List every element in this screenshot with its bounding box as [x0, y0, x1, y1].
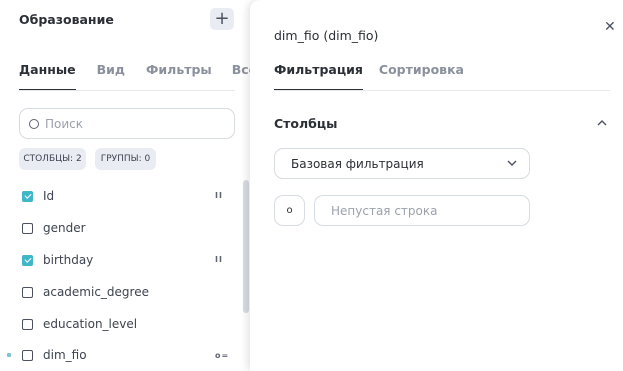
panel-title: Образование [19, 12, 114, 27]
drag-handle-icon[interactable]: II [215, 255, 223, 264]
scrollbar[interactable] [243, 180, 249, 313]
chevron-down-icon [507, 160, 517, 166]
tab-data[interactable]: Данные [19, 62, 76, 91]
search-input[interactable] [45, 116, 215, 131]
filter-tabs: Фильтрация Сортировка [274, 62, 480, 91]
field-checkbox[interactable] [22, 286, 33, 298]
section-title: Столбцы [274, 116, 338, 131]
field-checkbox[interactable] [22, 318, 33, 330]
filter-value-input[interactable] [314, 195, 530, 226]
columns-count-badge[interactable]: СТОЛБЦЫ: 2 [19, 148, 86, 170]
tab-filters[interactable]: Фильтры [146, 62, 212, 91]
tab-sorting[interactable]: Сортировка [379, 62, 464, 91]
tabs-divider [19, 90, 235, 91]
field-name: gender [43, 221, 86, 235]
groups-count-badge[interactable]: ГРУППЫ: 0 [95, 148, 156, 170]
field-name: dim_fio [43, 348, 87, 362]
tab-view[interactable]: Вид [97, 62, 125, 91]
field-row-birthday[interactable]: birthday [22, 252, 93, 268]
close-icon[interactable]: ✕ [604, 19, 616, 35]
add-button[interactable]: + [210, 8, 234, 30]
field-checkbox[interactable] [22, 349, 33, 361]
active-row-marker [7, 353, 11, 357]
panel-title: dim_fio (dim_fio) [274, 28, 379, 43]
field-row-id[interactable]: Id [22, 188, 54, 204]
filter-type-value: Базовая фильтрация [291, 156, 424, 171]
search-box[interactable] [19, 108, 235, 139]
left-tabs: Данные Вид Фильтры Все [19, 62, 277, 91]
tab-filtering[interactable]: Фильтрация [274, 62, 363, 91]
chevron-up-icon[interactable] [597, 118, 607, 128]
field-checkbox[interactable] [22, 190, 33, 202]
field-row-gender[interactable]: gender [22, 220, 86, 236]
tabs-divider [274, 90, 610, 91]
filter-type-select[interactable]: Базовая фильтрация [274, 148, 530, 179]
link-icon[interactable]: o= [215, 351, 229, 360]
search-icon [29, 118, 39, 129]
drag-handle-icon[interactable]: II [215, 191, 223, 200]
field-name: academic_degree [43, 285, 149, 299]
field-row-education-level[interactable]: education_level [22, 316, 137, 332]
left-panel: Образование + Данные Вид Фильтры Все СТО… [0, 0, 257, 371]
field-row-dim-fio[interactable]: dim_fio [22, 347, 87, 363]
field-checkbox[interactable] [22, 222, 33, 234]
field-row-academic-degree[interactable]: academic_degree [22, 284, 149, 300]
plus-icon: + [214, 8, 230, 29]
filter-panel: dim_fio (dim_fio) ✕ Фильтрация Сортировк… [250, 0, 623, 371]
field-name: birthday [43, 253, 94, 267]
field-checkbox[interactable] [22, 254, 33, 266]
field-name: Id [43, 189, 55, 203]
field-name: education_level [43, 317, 138, 331]
operator-button[interactable]: о [274, 195, 305, 226]
